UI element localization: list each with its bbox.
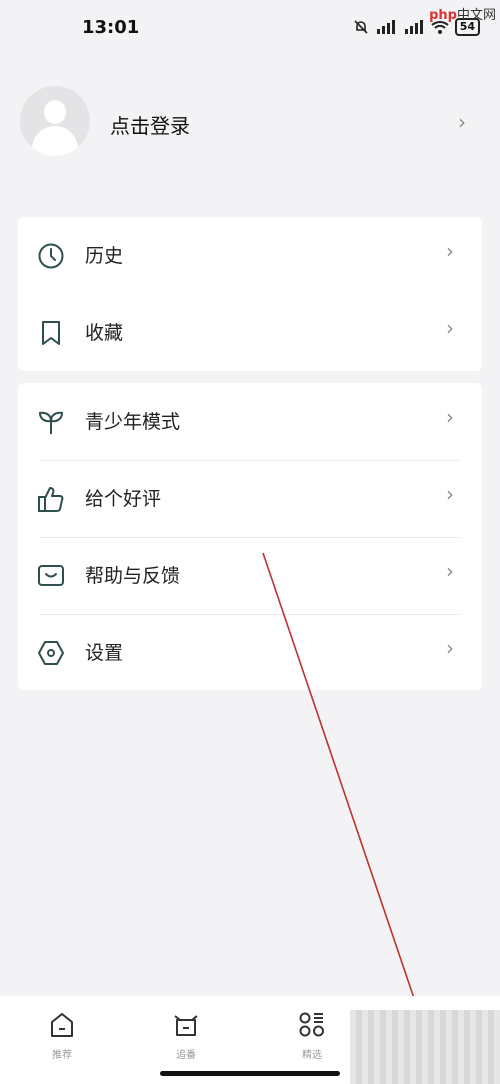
- grid-icon: [299, 1012, 324, 1037]
- nav-item-follow[interactable]: 追番: [146, 1010, 226, 1061]
- pixelated-region: [350, 1010, 500, 1084]
- tv-basket-icon: [174, 1015, 198, 1036]
- annotation-line: [262, 552, 419, 1011]
- home-indicator[interactable]: [160, 1071, 340, 1076]
- nav-label: 精选: [302, 1050, 322, 1061]
- nav-label: 追番: [176, 1050, 196, 1061]
- nav-item-featured[interactable]: 精选: [272, 1010, 352, 1061]
- home-icon: [51, 1013, 73, 1037]
- nav-item-recommend[interactable]: 推荐: [22, 1010, 102, 1061]
- nav-label: 推荐: [52, 1050, 72, 1061]
